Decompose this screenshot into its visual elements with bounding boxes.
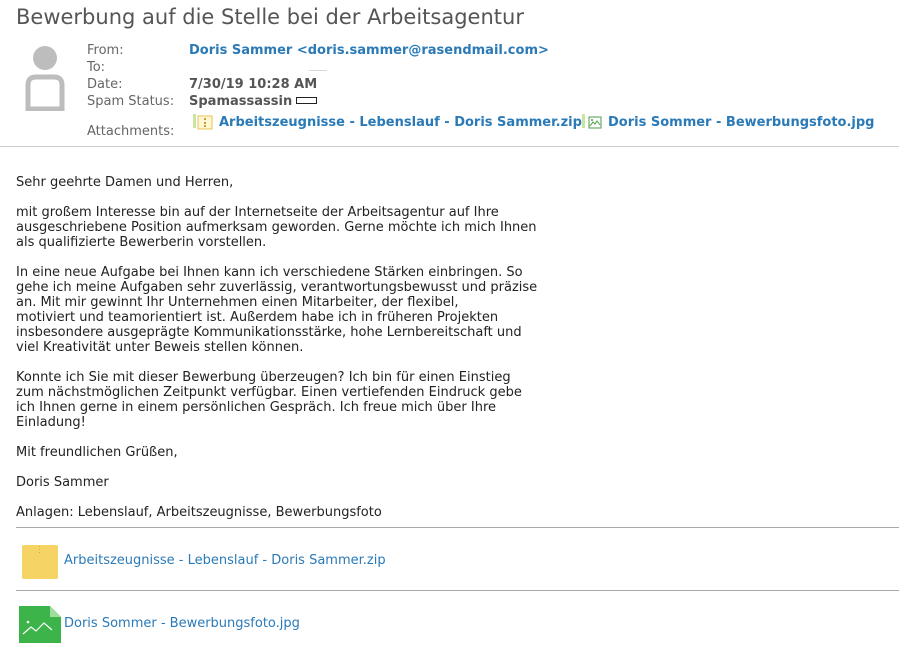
to-label: To: (87, 60, 106, 75)
attachment-divider (16, 590, 899, 591)
body-paragraph: Sehr geehrte Damen und Herren, (16, 175, 234, 190)
image-file-icon (582, 114, 602, 129)
body-paragraph: In eine neue Aufgabe bei Ihnen kann ich … (16, 265, 538, 355)
message-subject: Bewerbung auf die Stelle bei der Arbeits… (16, 5, 524, 29)
body-paragraph: mit großem Interesse bin auf der Interne… (16, 205, 537, 250)
date-label: Date: (87, 77, 123, 92)
from-label: From: (87, 43, 124, 58)
spam-status-value: Spamassassin (189, 94, 318, 109)
attachment-zip-name: Arbeitszeugnisse - Lebenslauf - Doris Sa… (64, 552, 386, 568)
header-attachment-image-name: Doris Sommer - Bewerbungsfoto.jpg (608, 114, 875, 130)
attachment-divider (16, 527, 899, 528)
spam-status-text: Spamassassin (189, 94, 293, 109)
body-paragraph: Konnte ich Sie mit dieser Bewerbung über… (16, 370, 522, 430)
header-attachment-zip-name: Arbeitszeugnisse - Lebenslauf - Doris Sa… (219, 114, 582, 130)
header-attachment-zip[interactable]: Arbeitszeugnisse - Lebenslauf - Doris Sa… (193, 114, 582, 130)
attachment-item-image[interactable]: Doris Sommer - Bewerbungsfoto.jpg (16, 603, 300, 643)
image-thumbnail-icon (19, 606, 61, 643)
from-address-link[interactable]: Doris Sammer <doris.sammer@rasendmail.co… (189, 43, 549, 58)
attachment-item-zip[interactable]: Arbeitszeugnisse - Lebenslauf - Doris Sa… (16, 540, 386, 580)
folder-zip-icon (22, 545, 58, 579)
date-value: 7/30/19 10:28 AM (189, 77, 318, 92)
attachment-image-name: Doris Sommer - Bewerbungsfoto.jpg (64, 615, 300, 631)
zip-file-icon (193, 114, 213, 130)
body-paragraph: Mit freundlichen Grüßen, (16, 445, 178, 460)
body-paragraph: Doris Sammer (16, 475, 109, 490)
spam-score-bar (296, 97, 318, 104)
message-body: Sehr geehrte Damen und Herren, mit große… (16, 175, 556, 535)
to-placeholder-line (309, 70, 327, 71)
body-paragraph: Anlagen: Lebenslauf, Arbeitszeugnisse, B… (16, 505, 382, 520)
avatar-icon (25, 46, 65, 111)
attachments-label: Attachments: (87, 124, 175, 139)
header-attachment-image[interactable]: Doris Sommer - Bewerbungsfoto.jpg (582, 114, 874, 130)
spam-status-label: Spam Status: (87, 94, 175, 109)
